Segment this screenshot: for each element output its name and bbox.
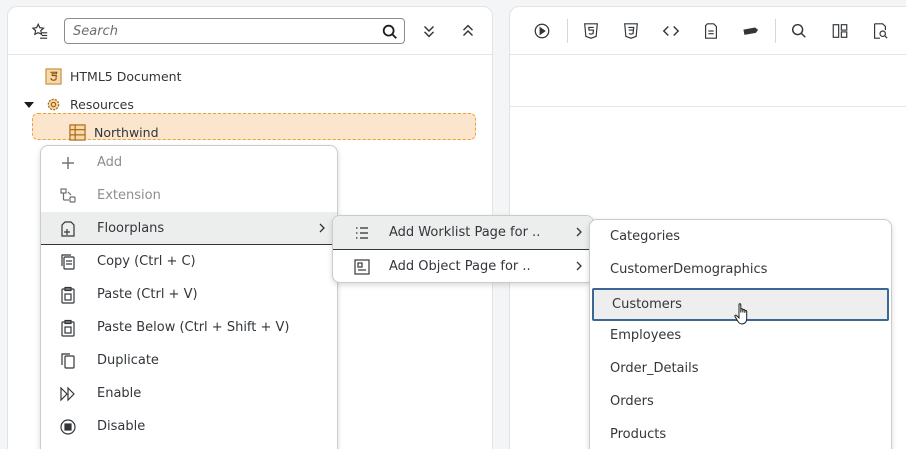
tree-item-html5-document[interactable]: HTML5 Document [45, 63, 181, 89]
entity-item-products[interactable]: Products [590, 418, 891, 449]
document-icon[interactable] [698, 18, 724, 44]
table-icon [69, 123, 86, 141]
menu-item-duplicate[interactable]: Duplicate [41, 344, 337, 377]
css3-icon[interactable] [618, 18, 644, 44]
inspect-icon[interactable] [867, 18, 893, 44]
enable-icon [59, 385, 77, 403]
layout-icon[interactable] [827, 18, 853, 44]
toolbar-divider [775, 19, 776, 43]
toolbar-divider [567, 19, 568, 43]
extension-icon [59, 187, 77, 205]
object-page-icon [353, 258, 371, 276]
double-chevron-up-icon[interactable] [455, 18, 481, 44]
menu-item-copy[interactable]: Copy (Ctrl + C) [41, 245, 337, 278]
search-icon[interactable] [786, 18, 812, 44]
menu-item-floorplans[interactable]: Floorplans [41, 212, 337, 245]
entity-item-order-details[interactable]: Order_Details [590, 352, 891, 385]
entity-item-customer-demographics[interactable]: CustomerDemographics [590, 253, 891, 286]
copy-icon [59, 253, 77, 271]
floorplans-submenu: Add Worklist Page for .. Add Object Page… [332, 215, 594, 283]
menu-item-disable[interactable]: Disable [41, 410, 337, 443]
html5-icon[interactable] [578, 18, 604, 44]
duplicate-icon [59, 352, 77, 370]
search-field[interactable] [64, 18, 405, 44]
menu-item-extension[interactable]: Extension [41, 179, 337, 212]
search-input[interactable] [73, 21, 373, 41]
menu-item-paste-below[interactable]: Paste Below (Ctrl + Shift + V) [41, 311, 337, 344]
context-menu: Add Extension Floorplans Copy (Ctrl + C)… [40, 145, 338, 449]
gear-icon [45, 96, 62, 113]
tree-item-label: Northwind [94, 124, 159, 140]
chevron-right-icon [319, 223, 325, 233]
tag-icon[interactable] [738, 18, 764, 44]
paste-below-icon [59, 319, 77, 337]
play-icon[interactable] [529, 18, 555, 44]
canvas-toolbar [510, 7, 906, 55]
disable-icon [59, 418, 77, 436]
tree-item-label: Resources [70, 96, 134, 112]
star-list-icon[interactable] [27, 18, 53, 44]
canvas-divider [510, 106, 906, 107]
floorplan-icon [59, 220, 77, 238]
menu-item-add-object-page[interactable]: Add Object Page for .. [333, 250, 593, 283]
code-icon[interactable] [658, 18, 684, 44]
chevron-right-icon [576, 261, 582, 271]
hand-cursor-icon [734, 303, 748, 325]
menu-item-add[interactable]: Add [41, 146, 337, 179]
tree-item-northwind[interactable]: Northwind [69, 119, 159, 145]
plus-icon [59, 154, 77, 172]
chevron-right-icon [576, 227, 582, 237]
double-chevron-down-icon[interactable] [416, 18, 442, 44]
menu-item-paste[interactable]: Paste (Ctrl + V) [41, 278, 337, 311]
paste-icon [59, 286, 77, 304]
caret-down-icon[interactable] [24, 100, 34, 110]
tree-item-resources[interactable]: Resources [45, 91, 134, 117]
html5-icon [45, 67, 62, 85]
tree-item-label: HTML5 Document [70, 68, 182, 84]
outline-toolbar [8, 7, 492, 55]
entities-submenu: Categories CustomerDemographics Customer… [589, 219, 892, 449]
menu-item-add-worklist-page[interactable]: Add Worklist Page for .. [333, 216, 593, 249]
menu-item-enable[interactable]: Enable [41, 377, 337, 410]
search-icon[interactable] [381, 23, 399, 41]
entity-item-categories[interactable]: Categories [590, 220, 891, 253]
list-icon [353, 224, 371, 242]
entity-item-orders[interactable]: Orders [590, 385, 891, 418]
